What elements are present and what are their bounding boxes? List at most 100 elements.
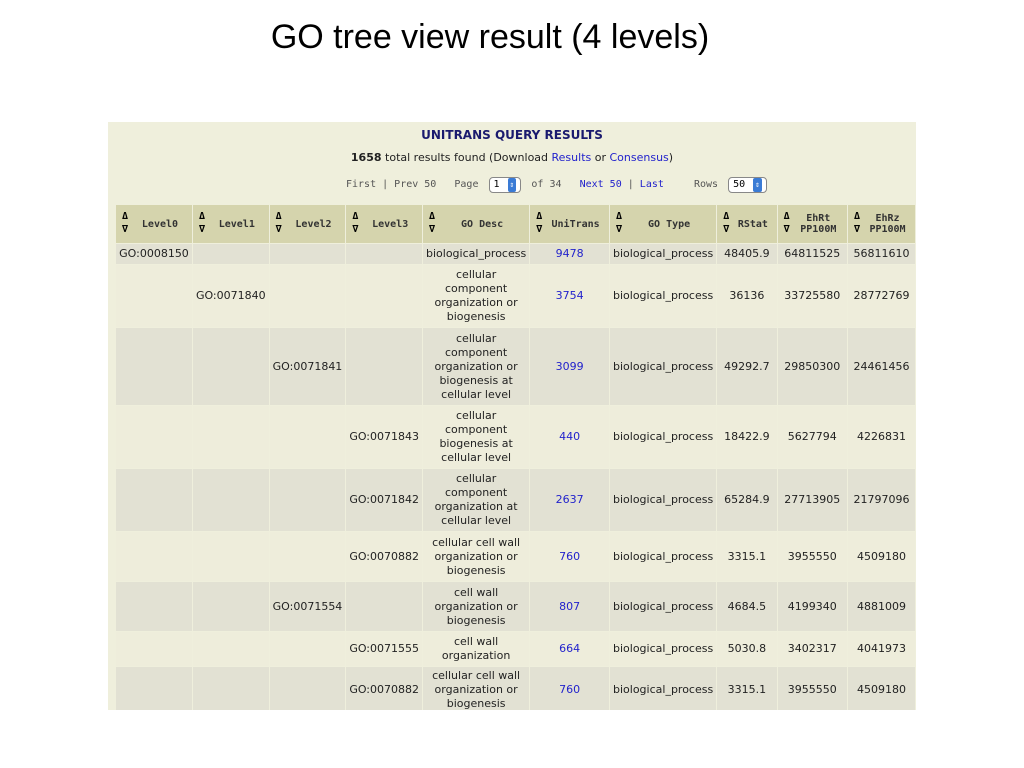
table-cell: cellular component organization at cellu… xyxy=(423,469,530,531)
column-header[interactable]: Δ ∇ RStat xyxy=(717,205,777,243)
page-value: 1 xyxy=(493,179,500,190)
sort-arrows-icon[interactable]: Δ ∇ xyxy=(784,210,790,236)
table-cell: GO:0071840 xyxy=(192,265,269,327)
column-header[interactable]: Δ ∇ EhRz PP100M xyxy=(848,205,915,243)
table-cell[interactable]: 807 xyxy=(530,582,609,631)
column-label: UniTrans xyxy=(551,218,600,230)
total-text: total results found (Download xyxy=(381,151,552,164)
table-cell xyxy=(116,632,192,666)
table-cell: 4881009 xyxy=(848,582,915,631)
page-select[interactable]: 1 ⇕ xyxy=(488,177,522,193)
table-cell[interactable]: 3754 xyxy=(530,265,609,327)
table-cell: GO:0070882 xyxy=(346,532,422,581)
prev-link[interactable]: Prev 50 xyxy=(394,179,436,190)
column-label: Level3 xyxy=(372,218,409,230)
table-cell xyxy=(192,328,269,405)
column-header[interactable]: Δ ∇ Level0 xyxy=(116,205,192,243)
sort-arrows-icon[interactable]: Δ ∇ xyxy=(122,210,128,236)
slide-title: GO tree view result (4 levels) xyxy=(270,18,710,56)
table-cell: biological_process xyxy=(610,532,717,581)
column-label: Level0 xyxy=(141,218,179,230)
sort-arrows-icon[interactable]: Δ ∇ xyxy=(276,210,282,236)
table-cell: 36136 xyxy=(717,265,777,327)
table-row: GO:0070882 cellular cell wall organizatio… xyxy=(116,667,915,710)
sort-arrows-icon[interactable]: Δ ∇ xyxy=(429,210,435,236)
table-cell[interactable]: 9478 xyxy=(530,244,609,264)
table-cell xyxy=(116,582,192,631)
table-cell: 21797096 xyxy=(848,469,915,531)
table-cell: 3955550 xyxy=(777,667,848,710)
table-cell: GO:0071841 xyxy=(269,328,346,405)
rows-select[interactable]: 50 ⇕ xyxy=(728,177,767,193)
column-header[interactable]: Δ ∇ GO Type xyxy=(610,205,717,243)
sort-arrows-icon[interactable]: Δ ∇ xyxy=(536,210,542,236)
table-cell: 18422.9 xyxy=(717,406,777,468)
column-label: Level1 xyxy=(218,218,255,230)
total-count: 1658 xyxy=(350,151,382,164)
table-cell: 29850300 xyxy=(777,328,848,405)
column-label: GO Desc xyxy=(461,218,504,230)
table-cell: 64811525 xyxy=(777,244,848,264)
table-cell xyxy=(116,469,192,531)
rows-value: 50 xyxy=(733,179,746,190)
results-panel: UNITRANS QUERY RESULTS 1658 total result… xyxy=(108,122,916,710)
table-cell xyxy=(192,532,269,581)
table-cell xyxy=(346,244,422,264)
table-cell: 33725580 xyxy=(777,265,848,327)
sort-arrows-icon[interactable]: Δ ∇ xyxy=(352,210,358,236)
table-cell[interactable]: 440 xyxy=(530,406,609,468)
table-cell: 3315.1 xyxy=(717,532,777,581)
table-cell: biological_process xyxy=(610,667,717,710)
download-results-link[interactable]: Results xyxy=(552,151,592,164)
sort-arrows-icon[interactable]: Δ ∇ xyxy=(723,210,729,236)
table-cell[interactable]: 760 xyxy=(530,667,609,710)
next-link[interactable]: Next 50 xyxy=(580,179,622,190)
table-cell: 3315.1 xyxy=(717,667,777,710)
table-cell: 5030.8 xyxy=(717,632,777,666)
table-cell xyxy=(192,667,269,710)
table-cell[interactable]: 3099 xyxy=(530,328,609,405)
table-row: GO:0070882 cellular cell wall organizatio… xyxy=(116,532,915,581)
table-cell[interactable]: 664 xyxy=(530,632,609,666)
table-cell: cell wall organization xyxy=(423,632,530,666)
sort-arrows-icon[interactable]: Δ ∇ xyxy=(199,210,205,236)
table-row: GO:0008150 biological_process 9478 biologic… xyxy=(116,244,915,264)
table-cell: biological_process xyxy=(610,469,717,531)
first-link[interactable]: First xyxy=(346,179,376,190)
table-cell: 4509180 xyxy=(848,667,915,710)
column-header[interactable]: Δ ∇ UniTrans xyxy=(530,205,609,243)
last-link[interactable]: Last xyxy=(640,179,664,190)
page-label: Page xyxy=(454,179,479,190)
column-header[interactable]: Δ ∇ Level1 xyxy=(192,205,269,243)
table-cell xyxy=(269,667,346,710)
column-header[interactable]: Δ ∇ Level3 xyxy=(346,205,422,243)
sort-arrows-icon[interactable]: Δ ∇ xyxy=(616,210,622,236)
table-cell: GO:0070882 xyxy=(346,667,422,710)
table-cell[interactable]: 760 xyxy=(530,532,609,581)
column-header[interactable]: Δ ∇ EhRt PP100M xyxy=(777,205,848,243)
column-header[interactable]: Δ ∇ GO Desc xyxy=(423,205,530,243)
table-cell: GO:0008150 xyxy=(116,244,192,264)
table-cell: cellular component organization or bioge… xyxy=(423,328,530,405)
select-arrows-icon: ⇕ xyxy=(753,178,762,192)
download-consensus-link[interactable]: Consensus xyxy=(610,151,669,164)
table-cell xyxy=(116,667,192,710)
table-cell xyxy=(192,582,269,631)
table-cell[interactable]: 2637 xyxy=(530,469,609,531)
table-cell xyxy=(269,244,346,264)
table-cell xyxy=(192,469,269,531)
column-header[interactable]: Δ ∇ Level2 xyxy=(269,205,346,243)
table-cell xyxy=(346,582,422,631)
table-cell: 24461456 xyxy=(848,328,915,405)
column-label: GO Type xyxy=(648,218,691,230)
table-cell: 65284.9 xyxy=(717,469,777,531)
results-heading: UNITRANS QUERY RESULTS xyxy=(421,128,603,142)
table-row: GO:0071841 cellular component organizatio… xyxy=(116,328,915,405)
paren: ) xyxy=(668,151,674,164)
column-label: RStat xyxy=(737,218,768,230)
table-cell: biological_process xyxy=(610,328,717,405)
table-cell: 3402317 xyxy=(777,632,848,666)
table-cell: 4199340 xyxy=(777,582,848,631)
table-cell: cellular component biogenesis at cellula… xyxy=(423,406,530,468)
sort-arrows-icon[interactable]: Δ ∇ xyxy=(854,210,860,236)
